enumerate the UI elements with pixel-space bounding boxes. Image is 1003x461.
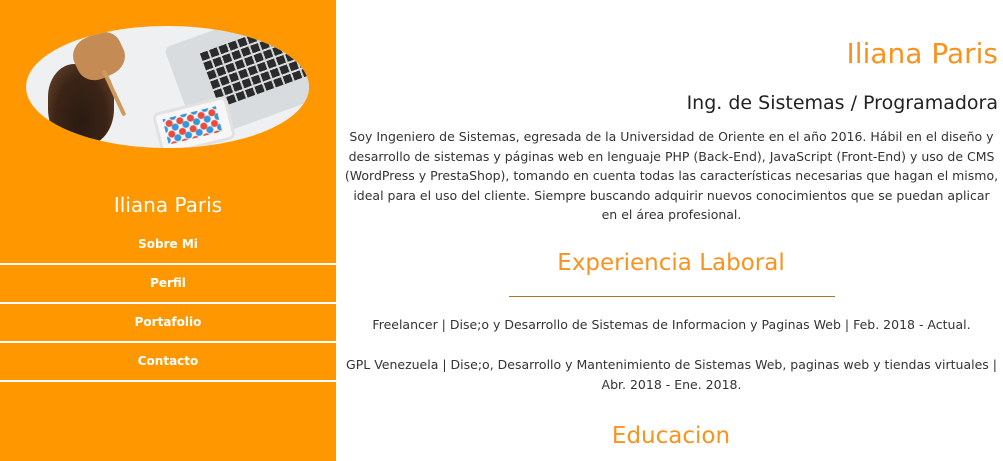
experience-heading: Experiencia Laboral <box>557 250 785 276</box>
sidebar-name: Iliana Paris <box>113 193 223 217</box>
sidebar: Iliana Paris Sobre Mi Perfil Portafolio … <box>0 0 336 461</box>
nav-item-sobre-mi[interactable]: Sobre Mi <box>0 226 336 265</box>
education-heading: Educacion <box>611 423 731 449</box>
section-divider <box>509 296 835 297</box>
job-entry: Freelancer | Dise;o y Desarrollo de Sist… <box>372 317 971 332</box>
nav-item-contacto[interactable]: Contacto <box>0 343 336 382</box>
nav-item-portafolio[interactable]: Portafolio <box>0 304 336 343</box>
main-content: Iliana Paris Ing. de Sistemas / Programa… <box>336 0 1003 461</box>
nav-item-perfil[interactable]: Perfil <box>0 265 336 304</box>
role-subtitle: Ing. de Sistemas / Programadora <box>686 92 998 114</box>
about-text: Soy Ingeniero de Sistemas, egresada de l… <box>344 129 999 222</box>
profile-avatar <box>26 26 309 148</box>
page-title: Iliana Paris <box>846 37 998 70</box>
sidebar-nav: Sobre Mi Perfil Portafolio Contacto <box>0 226 336 382</box>
job-entry: GPL Venezuela | Dise;o, Desarrollo y Man… <box>346 357 997 392</box>
